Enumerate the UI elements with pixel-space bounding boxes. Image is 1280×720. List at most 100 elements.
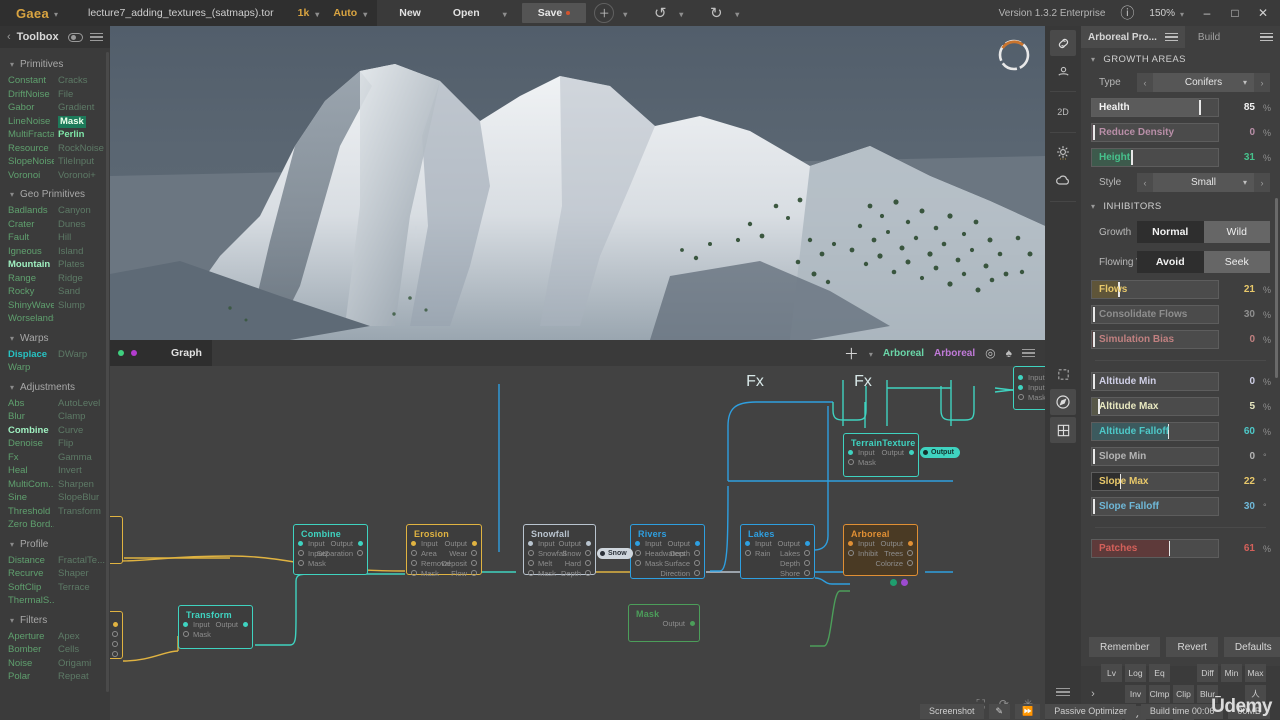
node-output-port[interactable] (472, 541, 477, 546)
property-slider-slope-falloff[interactable]: Slope Falloff 30 ° (1081, 494, 1280, 519)
node-input-port[interactable] (1018, 375, 1023, 380)
pen-icon[interactable]: ✎ (988, 703, 1011, 719)
node-input-port[interactable] (528, 541, 533, 546)
property-group-growth-areas[interactable]: ▾ GROWTH AREAS (1081, 48, 1280, 70)
toolbox-item-warp[interactable]: Warp (8, 362, 54, 375)
property-segment-growth[interactable]: Growth Normal Wild (1081, 217, 1280, 247)
node-indicator-purple-icon[interactable] (901, 579, 908, 586)
node-input-port[interactable] (848, 459, 854, 465)
graph-node-fx-1[interactable]: Fx (733, 366, 777, 398)
node-output-port[interactable] (585, 560, 591, 566)
toolbox-item-worselands[interactable]: Worselands (8, 313, 54, 326)
camera-person-icon[interactable] (1050, 58, 1076, 84)
app-logo-menu[interactable]: Gaea ▾ (0, 0, 74, 26)
slider-track[interactable]: Slope Falloff (1091, 497, 1219, 516)
toolbox-item-gamma[interactable]: Gamma (58, 452, 108, 465)
node-input-port[interactable] (745, 550, 751, 556)
graph-node-partial-left-top[interactable] (110, 516, 123, 564)
slider-track[interactable]: Consolidate Flows (1091, 305, 1219, 324)
toolbox-item-distance[interactable]: Distance (8, 555, 54, 568)
graph-node-mask[interactable]: Mask Output (628, 604, 700, 642)
node-input-port[interactable] (411, 570, 417, 576)
node-output-port[interactable] (694, 560, 700, 566)
toolbox-item-cells[interactable]: Cells (58, 644, 108, 657)
toolbox-section-adjustments[interactable]: ▾ Adjustments (0, 375, 110, 398)
toolbox-item-clamp[interactable]: Clamp (58, 411, 108, 424)
file-name-label[interactable]: lecture7_adding_textures_(satmaps).tor (74, 0, 288, 26)
next-option-button[interactable]: › (1254, 173, 1270, 192)
slider-handle[interactable] (1131, 150, 1133, 165)
plus-icon[interactable]: ＋ (844, 343, 859, 364)
prev-option-button[interactable]: ‹ (1137, 173, 1153, 192)
property-slider-slope-max[interactable]: Slope Max 22 ° (1081, 469, 1280, 494)
toolbox-item-crater[interactable]: Crater (8, 219, 54, 232)
toggle-switch-icon[interactable] (68, 32, 83, 42)
node-output-port[interactable] (471, 560, 477, 566)
slider-handle[interactable] (1093, 374, 1095, 389)
toolbox-item-rocky[interactable]: Rocky (8, 286, 54, 299)
node-indicator-green-icon[interactable] (890, 579, 897, 586)
node-output-port[interactable] (804, 570, 810, 576)
screenshot-button[interactable]: Screenshot (920, 703, 984, 719)
toolbox-item-curve[interactable]: Curve (58, 425, 108, 438)
property-slider-health[interactable]: Health 85% (1081, 95, 1280, 120)
slider-track[interactable]: Height (1091, 148, 1219, 167)
segment-option-seek[interactable]: Seek (1203, 251, 1270, 273)
node-input-port[interactable] (183, 622, 188, 627)
property-slider-altitude-falloff[interactable]: Altitude Falloff 60% (1081, 419, 1280, 444)
toolbox-item-aperture[interactable]: Aperture (8, 631, 54, 644)
node-output-port[interactable] (112, 651, 118, 657)
property-group-inhibitors[interactable]: ▾ INHIBITORS (1081, 195, 1280, 217)
breadcrumb-arboreal-1[interactable]: Arboreal (883, 348, 924, 359)
node-output-port[interactable] (804, 560, 810, 566)
toolbox-item-slump[interactable]: Slump (58, 300, 108, 313)
toolbox-item-hill[interactable]: Hill (58, 232, 108, 245)
slider-handle[interactable] (1199, 100, 1201, 115)
property-slider-flows[interactable]: Flows 21% (1081, 277, 1280, 302)
node-input-port[interactable] (298, 550, 304, 556)
toolbox-section-primitives[interactable]: ▾ Primitives (0, 52, 110, 75)
toolbox-item-tileinput[interactable]: TileInput (58, 156, 108, 169)
toolbox-item-gabor[interactable]: Gabor (8, 102, 54, 115)
segment-option-normal[interactable]: Normal (1137, 221, 1204, 243)
node-input-port[interactable] (298, 560, 304, 566)
graph-node-erosion[interactable]: Erosion Input Area Removal Mask Output Wear Dep… (406, 524, 482, 578)
properties-scrollbar[interactable] (1275, 198, 1278, 378)
slider-track[interactable]: Altitude Falloff (1091, 422, 1219, 441)
toolbox-item-zero-bord[interactable]: Zero Bord... (8, 519, 54, 532)
property-slider-simulation-bias[interactable]: Simulation Bias 0% (1081, 327, 1280, 352)
toolbox-item-ridge[interactable]: Ridge (58, 273, 108, 286)
slider-track[interactable]: Reduce Density (1091, 123, 1219, 142)
toolbox-item-shinywaves[interactable]: ShinyWaves (8, 300, 54, 313)
toolbox-item-constant[interactable]: Constant (8, 75, 54, 88)
toolbox-item-gradient[interactable]: Gradient (58, 102, 108, 115)
open-button[interactable]: Open (436, 0, 496, 26)
node-output-port[interactable] (112, 631, 118, 637)
node-input-port[interactable] (1018, 394, 1024, 400)
properties-controls[interactable]: ▾ GROWTH AREAS Type ‹ Conifers ▾ › Health 85% Red… (1081, 48, 1280, 608)
toolbox-item-thermals[interactable]: ThermalS... (8, 595, 54, 608)
toolbox-item-heal[interactable]: Heal (8, 465, 54, 478)
graph-node-snowfall[interactable]: Snowfall Input Snowfall Melt Mask Output Snow H… (523, 524, 596, 578)
toolbox-section-filters[interactable]: ▾ Filters (0, 608, 110, 631)
cloud-icon[interactable] (1050, 168, 1076, 194)
option-combobox[interactable]: Small ▾ (1153, 173, 1254, 192)
graph-node-lakes[interactable]: Lakes Input Rain Output Lakes Depth Shore (740, 524, 815, 579)
slider-track[interactable]: Health (1091, 98, 1219, 117)
property-slider-consolidate-flows[interactable]: Consolidate Flows 30% (1081, 302, 1280, 327)
node-output-port[interactable] (695, 541, 700, 546)
node-input-port[interactable] (635, 541, 640, 546)
graph-node-arboreal[interactable]: Arboreal Input Inhibit Output Trees Colorize (843, 524, 918, 576)
toolbox-item-displace[interactable]: Displace (8, 349, 54, 362)
slider-handle[interactable] (1093, 332, 1095, 347)
toolbox-item-dunes[interactable]: Dunes (58, 219, 108, 232)
slider-track[interactable]: Patches (1091, 539, 1219, 558)
node-output-port[interactable] (805, 541, 810, 546)
node-output-port[interactable] (690, 621, 695, 626)
node-output-port[interactable] (909, 450, 914, 455)
toolbox-item-multifractal[interactable]: MultiFractal (8, 129, 54, 142)
add-circle-icon[interactable]: ＋ (592, 3, 616, 23)
hamburger-icon[interactable] (90, 32, 103, 42)
toolbox-item-island[interactable]: Island (58, 246, 108, 259)
graph-node-transform[interactable]: Transform Input Mask Output (178, 605, 253, 649)
